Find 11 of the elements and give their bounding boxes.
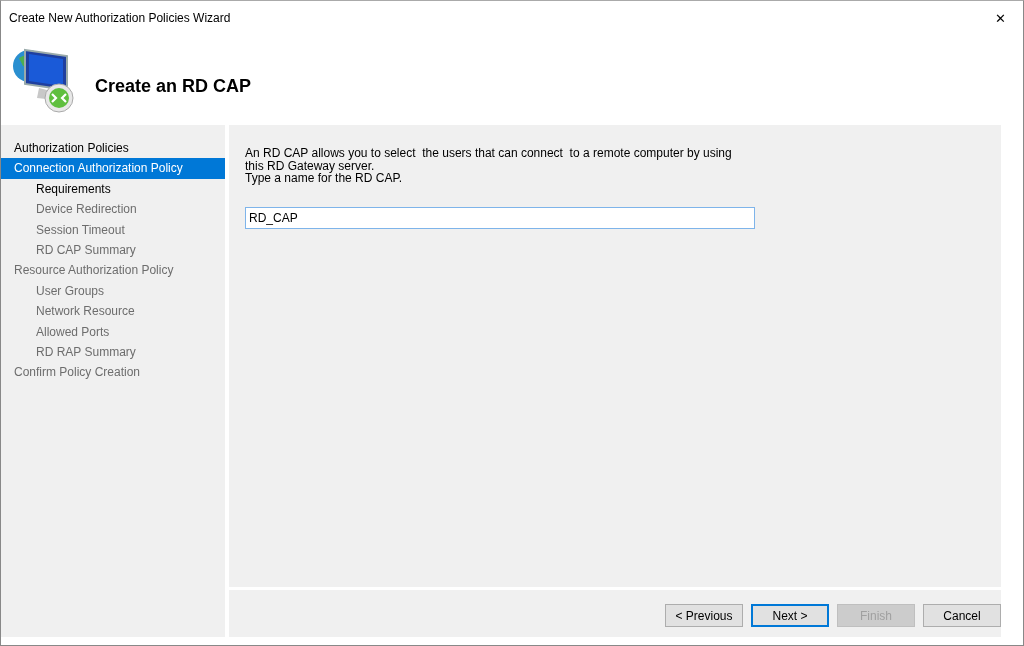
name-input-field[interactable]: RD_CAP [245, 206, 755, 229]
wizard-button[interactable]: < Previous [665, 604, 743, 627]
description-text: An RD CAP allows you to select the users that can connect to a remote computer by using this RD Gateway server. Type a name for the RD CAP. [245, 147, 733, 185]
wizard-step[interactable]: Requirements [1, 178, 225, 200]
close-button[interactable]: ✕ [977, 1, 1023, 35]
wizard-button[interactable]: Next > [751, 604, 829, 627]
window-title: Create New Authorization Policies Wizard [9, 11, 231, 25]
wizard-button[interactable]: Cancel [923, 604, 1001, 627]
page-heading: Create an RD CAP [95, 75, 252, 97]
wizard-step[interactable]: Connection Authorization Policy [1, 158, 225, 179]
wizard-step[interactable]: Authorization Policies [1, 138, 225, 159]
